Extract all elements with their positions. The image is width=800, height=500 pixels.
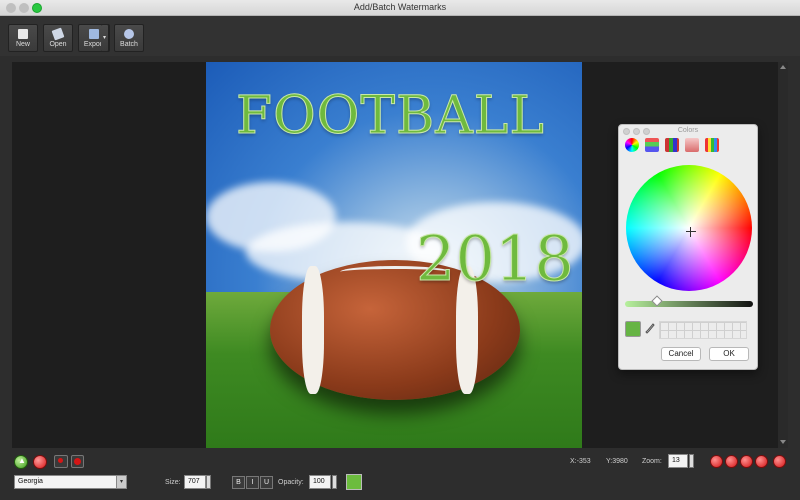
opacity-label: Opacity: <box>278 479 304 486</box>
app-window: Add/Batch Watermarks New Open Export ▾ B… <box>0 0 800 500</box>
x-coordinate: X:-353 <box>570 458 591 465</box>
vertical-scrollbar[interactable] <box>778 62 788 448</box>
layer-icon <box>58 458 63 463</box>
colors-title: Colors <box>677 127 699 134</box>
custom-swatches-grid[interactable] <box>659 321 747 339</box>
zoom-reset-button[interactable] <box>773 455 786 468</box>
add-watermark-button[interactable]: ▲ <box>14 455 28 469</box>
watermark-text-football[interactable]: FOOTBALL <box>236 86 545 147</box>
current-color-swatch[interactable] <box>625 321 641 337</box>
size-field[interactable]: 707 <box>184 475 206 489</box>
cancel-button[interactable]: Cancel <box>661 347 701 361</box>
font-select[interactable]: Georgia <box>14 475 118 489</box>
italic-button[interactable]: I <box>246 476 259 489</box>
new-button[interactable]: New <box>8 24 38 52</box>
text-color-swatch[interactable] <box>346 474 362 490</box>
color-wheel[interactable] <box>626 165 752 291</box>
chevron-down-icon: ▾ <box>102 35 106 41</box>
arrow-up-icon: ▲ <box>18 456 26 465</box>
zoom-out-button[interactable] <box>710 455 723 468</box>
sliders-tab-icon[interactable] <box>645 138 659 152</box>
remove-watermark-button[interactable] <box>33 455 47 469</box>
crosshair-icon <box>686 227 696 237</box>
palettes-tab-icon[interactable] <box>665 138 679 152</box>
underline-button[interactable]: U <box>260 476 273 489</box>
colors-panel: Colors Cancel OK <box>618 124 758 370</box>
zoom-fit-button[interactable] <box>725 455 738 468</box>
new-doc-icon <box>18 29 28 39</box>
size-stepper[interactable] <box>206 475 211 489</box>
open-button[interactable]: Open <box>43 24 73 52</box>
zoom-actual-button[interactable] <box>740 455 753 468</box>
y-coordinate: Y:3980 <box>606 458 628 465</box>
delete-button[interactable] <box>71 455 84 468</box>
title-bar: Add/Batch Watermarks <box>0 0 800 16</box>
brightness-slider[interactable] <box>625 301 753 307</box>
pencils-tab-icon[interactable] <box>705 138 719 152</box>
window-title: Add/Batch Watermarks <box>353 2 447 12</box>
layer-order-button[interactable] <box>54 455 68 468</box>
scroll-up-icon[interactable] <box>780 65 786 69</box>
bold-button[interactable]: B <box>232 476 245 489</box>
new-button-label: New <box>15 41 30 48</box>
opacity-stepper[interactable] <box>332 475 337 489</box>
ball-stripe <box>302 266 324 394</box>
scroll-down-icon[interactable] <box>780 440 786 444</box>
save-disk-icon <box>89 29 99 39</box>
zoom-field[interactable]: 13 <box>668 454 688 468</box>
open-icon <box>51 27 65 41</box>
photo-canvas[interactable]: FOOTBALL 2018 <box>206 62 582 448</box>
ok-button[interactable]: OK <box>709 347 749 361</box>
open-button-label: Open <box>49 41 67 48</box>
zoom-label: Zoom: <box>642 458 662 465</box>
opacity-field[interactable]: 100 <box>309 475 331 489</box>
batch-icon <box>124 29 134 39</box>
toolbar: New Open Export ▾ Batch <box>0 16 800 56</box>
size-label: Size: <box>165 479 181 486</box>
watermark-text-year[interactable]: 2018 <box>416 222 575 296</box>
eyedropper-icon[interactable] <box>645 323 655 335</box>
zoom-in-button[interactable] <box>755 455 768 468</box>
image-palettes-tab-icon[interactable] <box>685 138 699 152</box>
zoom-stepper[interactable] <box>689 454 694 468</box>
batch-button[interactable]: Batch <box>114 24 144 52</box>
color-wheel-tab-icon[interactable] <box>625 138 639 152</box>
delete-icon <box>74 458 81 465</box>
export-dropdown-button[interactable]: ▾ <box>101 24 109 52</box>
batch-button-label: Batch <box>120 41 138 48</box>
font-dropdown-icon[interactable]: ▾ <box>116 475 127 489</box>
